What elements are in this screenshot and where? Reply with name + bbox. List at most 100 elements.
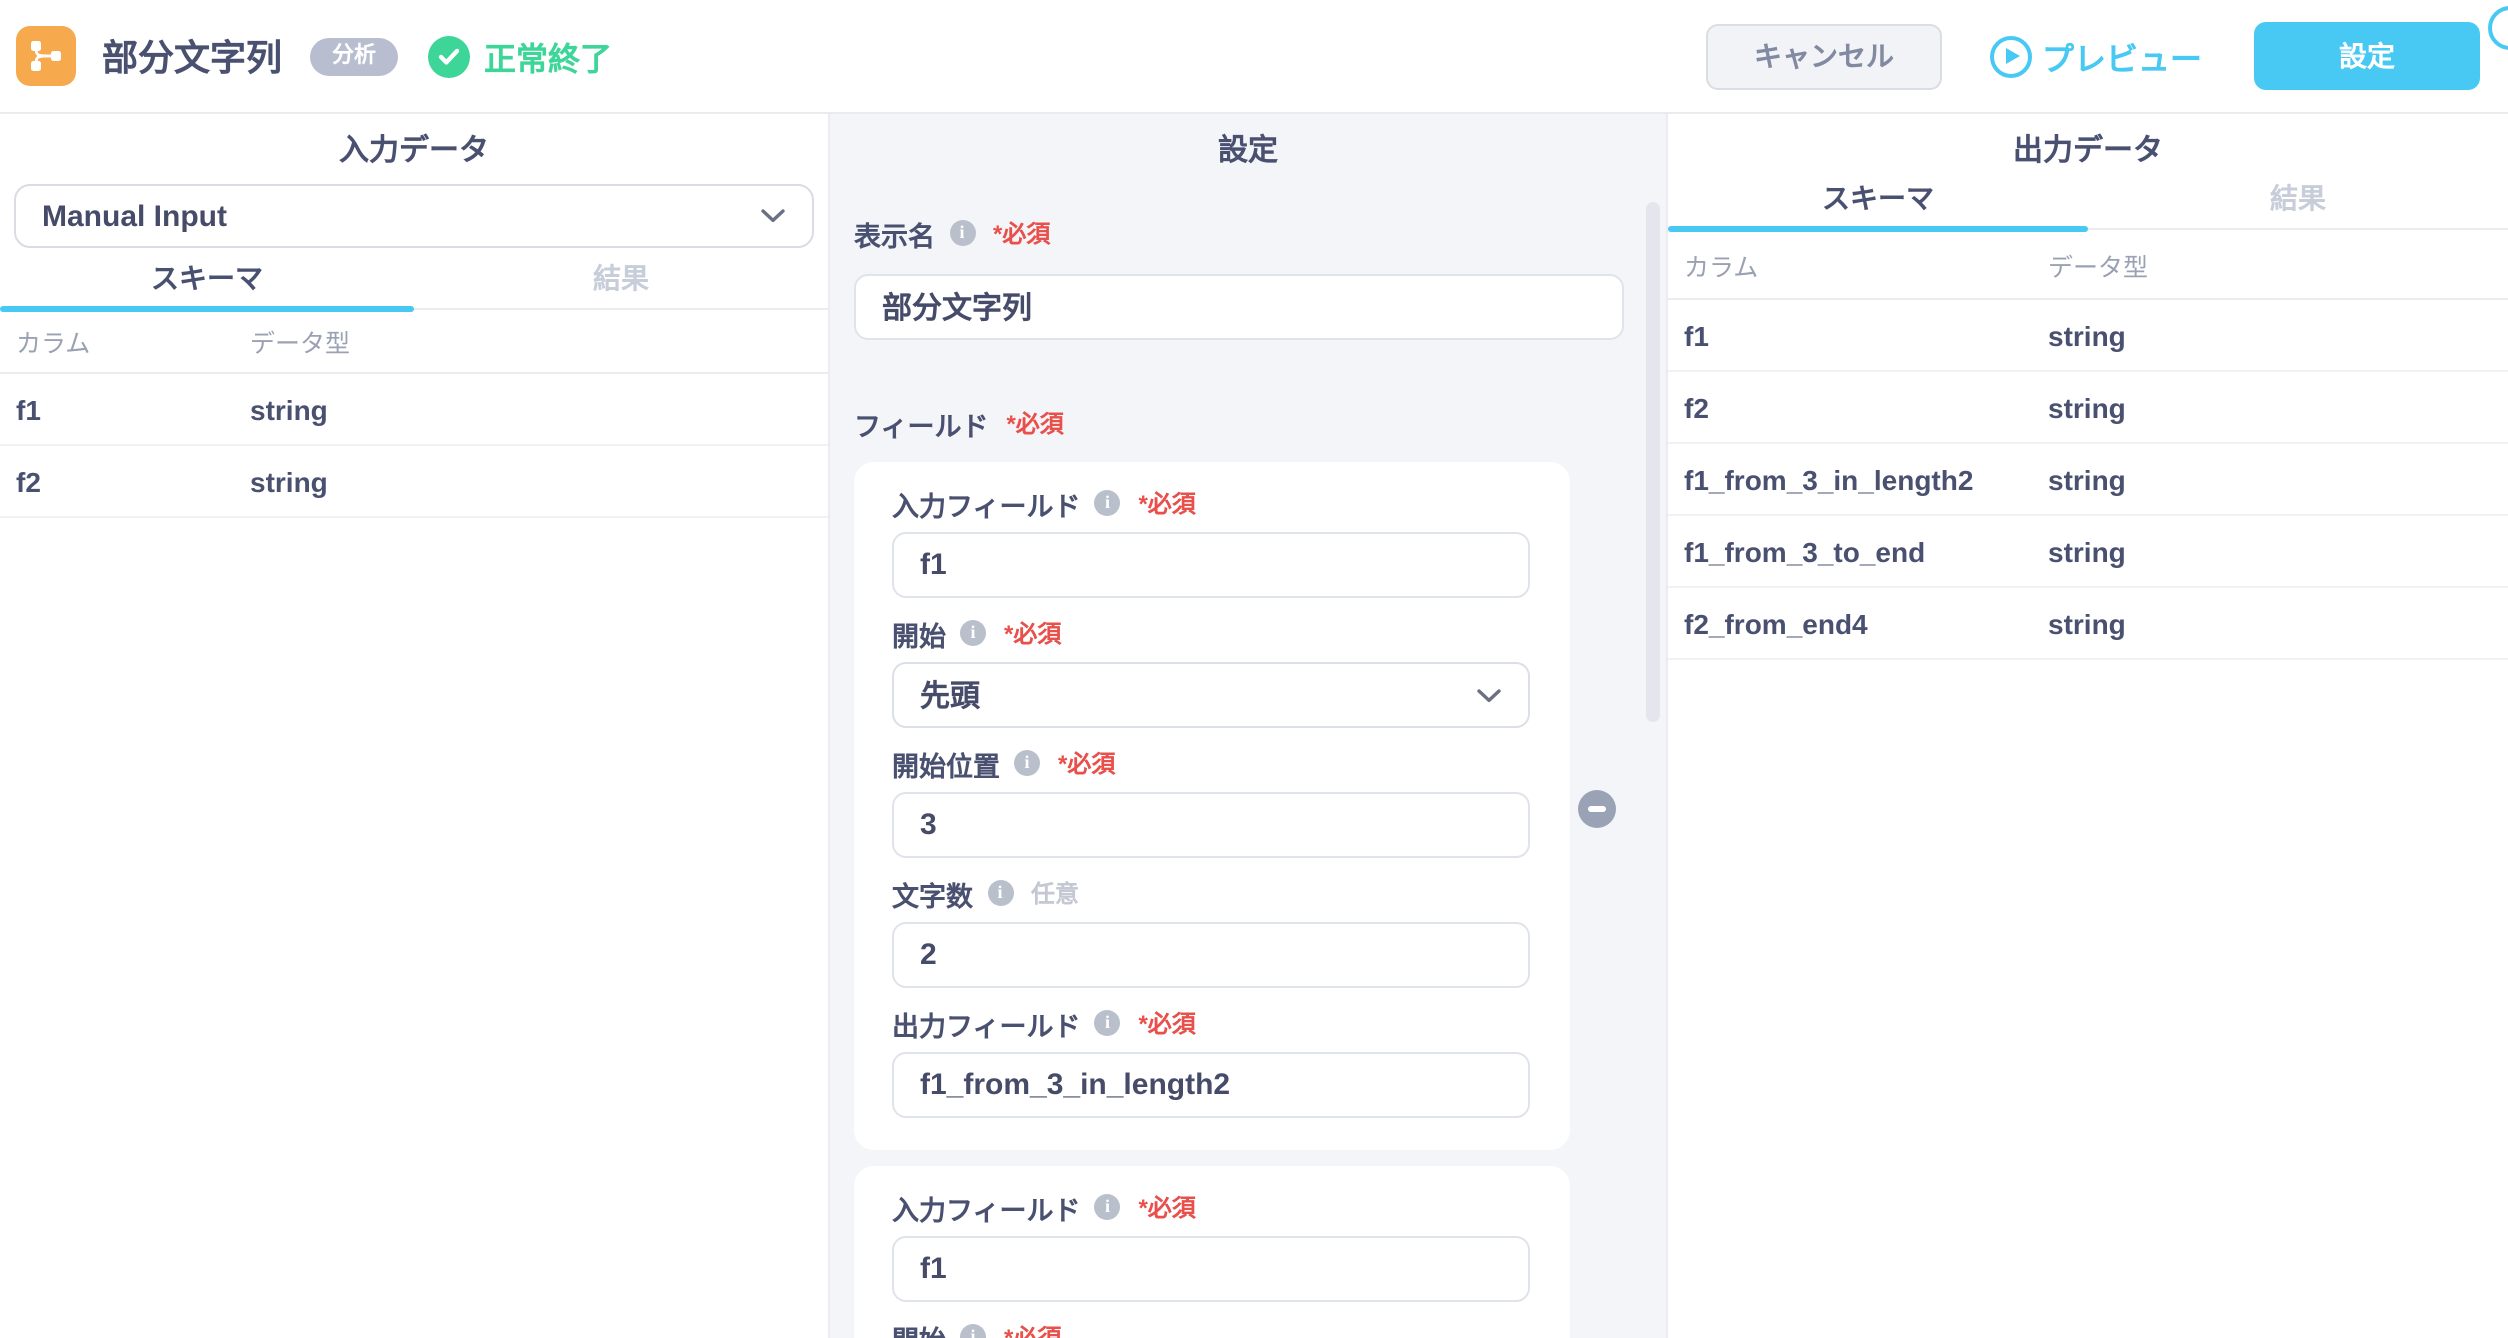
cell-column-type: string <box>2048 391 2126 423</box>
optional-mark: 任意 <box>1031 880 1080 908</box>
info-icon[interactable]: i <box>1094 1194 1121 1220</box>
start-select-value: 先頭 <box>920 680 981 714</box>
remove-field-button[interactable] <box>1578 790 1616 828</box>
start-label: 開始 <box>892 1317 946 1338</box>
required-mark: *必須 <box>1138 490 1196 518</box>
help-fab-partial[interactable] <box>2488 6 2508 50</box>
info-icon[interactable]: i <box>960 620 986 646</box>
input-source-select[interactable]: Manual Input <box>14 184 814 248</box>
input-field-label: 入力フィールド <box>892 1195 1081 1225</box>
table-row: f2 string <box>1668 372 2508 444</box>
output-field-label-row: 出力フィールド i *必須 <box>892 1006 1532 1041</box>
app-root: 部分文字列 分析 正常終了 キャンセル プレビュー 設定 入力データ Manua… <box>0 0 2508 1338</box>
input-field-input[interactable] <box>892 1236 1530 1302</box>
info-icon[interactable]: i <box>1094 490 1121 516</box>
info-icon[interactable]: i <box>987 880 1013 906</box>
input-data-panel: 入力データ Manual Input スキーマ 結果 カラム データ型 f1 s… <box>0 114 830 1338</box>
status-badge: 正常終了 <box>428 32 612 80</box>
input-table-header: カラム データ型 <box>0 310 828 374</box>
tab-schema-input[interactable]: スキーマ <box>0 256 414 308</box>
cancel-button[interactable]: キャンセル <box>1705 23 1942 89</box>
start-select[interactable]: 先頭 <box>892 662 1530 728</box>
display-name-label: 表示名 <box>854 221 935 251</box>
display-name-input[interactable] <box>854 274 1624 340</box>
table-row: f2_from_end4 string <box>1668 588 2508 660</box>
start-pos-label-row: 開始位置 i *必須 <box>892 746 1532 781</box>
required-mark: *必須 <box>1058 750 1116 778</box>
settings-panel: 設定 表示名 i *必須 フィールド *必須 入力フィールド i <box>830 114 1668 1338</box>
required-mark: *必須 <box>1006 410 1064 438</box>
table-row: f2 string <box>0 446 828 518</box>
cell-column-type: string <box>250 393 328 425</box>
cell-column-type: string <box>2048 535 2126 567</box>
input-field-label: 入力フィールド <box>892 491 1081 521</box>
info-icon[interactable]: i <box>960 1324 986 1338</box>
chevron-down-icon <box>1477 688 1501 702</box>
output-table-header: カラム データ型 <box>1668 230 2508 300</box>
cell-column-name: f1_from_3_to_end <box>1684 535 1926 567</box>
play-icon <box>1989 35 2032 77</box>
start-label-row: 開始 i *必須 <box>892 616 1532 651</box>
active-tab-indicator <box>1668 226 2088 232</box>
page-title: 部分文字列 <box>102 38 282 78</box>
active-tab-indicator <box>0 306 414 312</box>
start-label: 開始 <box>892 621 946 651</box>
char-count-label: 文字数 <box>892 881 973 911</box>
input-tabs: スキーマ 結果 <box>0 256 828 312</box>
char-count-input[interactable] <box>892 922 1530 988</box>
start-label-row: 開始 i *必須 <box>892 1320 1532 1338</box>
column-header-type: データ型 <box>2048 253 2149 281</box>
main-area: 入力データ Manual Input スキーマ 結果 カラム データ型 f1 s… <box>0 114 2508 1338</box>
table-row: f1_from_3_in_length2 string <box>1668 444 2508 516</box>
preview-label: プレビュー <box>2041 44 2202 78</box>
branch-icon <box>31 41 61 71</box>
required-mark: *必須 <box>1138 1010 1196 1038</box>
input-panel-title: 入力データ <box>338 134 489 168</box>
tab-result-output[interactable]: 結果 <box>2088 176 2508 228</box>
chevron-down-icon <box>761 209 785 223</box>
tab-result-input[interactable]: 結果 <box>414 256 828 308</box>
fields-label: フィールド <box>854 411 989 441</box>
minus-icon <box>1588 806 1606 812</box>
start-pos-input[interactable] <box>892 792 1530 858</box>
fields-label-row: フィールド *必須 <box>854 406 1624 441</box>
status-text: 正常終了 <box>484 44 613 78</box>
input-field-label-row: 入力フィールド i *必須 <box>892 486 1532 521</box>
input-field-label-row: 入力フィールド i *必須 <box>892 1190 1532 1225</box>
info-icon[interactable]: i <box>1094 1010 1121 1036</box>
table-row: f1 string <box>1668 300 2508 372</box>
node-type-icon <box>16 26 76 86</box>
required-mark: *必須 <box>993 220 1051 248</box>
info-icon[interactable]: i <box>1014 750 1040 776</box>
scrollbar-thumb[interactable] <box>1646 202 1660 722</box>
settings-button[interactable]: 設定 <box>2254 22 2480 90</box>
tab-schema-output[interactable]: スキーマ <box>1668 176 2088 228</box>
table-row: f1 string <box>0 374 828 446</box>
cell-column-name: f2_from_end4 <box>1684 607 1868 639</box>
input-source-value: Manual Input <box>42 199 227 233</box>
info-icon[interactable]: i <box>949 220 975 246</box>
required-mark: *必須 <box>1004 1324 1062 1338</box>
cell-column-name: f2 <box>1684 391 1709 423</box>
required-mark: *必須 <box>1004 620 1062 648</box>
preview-button[interactable]: プレビュー <box>1989 32 2202 80</box>
cell-column-name: f1_from_3_in_length2 <box>1684 463 1974 495</box>
cell-column-type: string <box>2048 607 2126 639</box>
settings-panel-title: 設定 <box>1217 134 1278 168</box>
display-name-label-row: 表示名 i *必須 <box>854 216 1624 251</box>
output-tabs: スキーマ 結果 <box>1668 176 2508 232</box>
output-field-input[interactable] <box>892 1052 1530 1118</box>
top-bar: 部分文字列 分析 正常終了 キャンセル プレビュー 設定 <box>0 0 2508 114</box>
cell-column-name: f1 <box>1684 319 1709 351</box>
table-row: f1_from_3_to_end string <box>1668 516 2508 588</box>
input-field-input[interactable] <box>892 532 1530 598</box>
analysis-badge: 分析 <box>310 37 398 75</box>
start-pos-label: 開始位置 <box>892 751 1000 781</box>
column-header-name: カラム <box>16 330 91 358</box>
check-icon <box>428 35 470 77</box>
output-data-panel: 出力データ スキーマ 結果 カラム データ型 f1 string f2 stri… <box>1668 114 2508 1338</box>
required-mark: *必須 <box>1138 1194 1196 1222</box>
cell-column-name: f2 <box>16 465 41 497</box>
cell-column-type: string <box>250 465 328 497</box>
cell-column-type: string <box>2048 463 2126 495</box>
